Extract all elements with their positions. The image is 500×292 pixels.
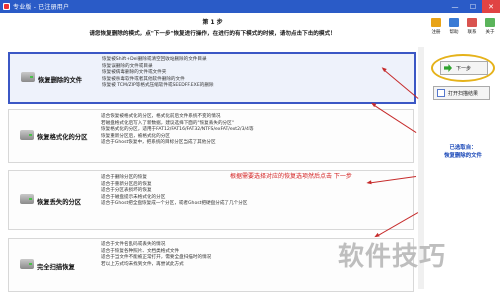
mode-card-recover-deleted[interactable]: 恢复删除的文件 恢复被Shift+Del删除或清空回收站删除的文件目录 恢复误删除… (8, 52, 416, 104)
next-button-highlight: 下一步 (431, 54, 495, 82)
contact-icon (467, 18, 477, 27)
mode-label: 恢复丢失的分区 (37, 199, 82, 206)
minimize-button[interactable]: — (446, 0, 464, 13)
title-bar: 专业版 - 已注册用户 — ☐ ✕ (0, 0, 500, 13)
selected-mode-title: 已选取自： (449, 145, 477, 151)
next-button-label: 下一步 (456, 65, 472, 72)
toolbar: 注册 帮助 联系 关于 (427, 18, 499, 40)
tutorial-annotation: 根据需要选择对应的恢复选项然后点击 下一步 (230, 173, 352, 180)
mode-description: 适合恢复被格式化的分区，格式化前后文件系统不变的情况 若磁盘格式化后写入了新数据，… (101, 114, 254, 146)
next-button[interactable]: 下一步 (440, 61, 488, 75)
register-icon (431, 18, 441, 27)
about-button[interactable]: 关于 (482, 18, 499, 40)
selected-mode-info: 已选取自： 恢复删除的文件 (429, 144, 497, 160)
help-button[interactable]: 帮助 (446, 18, 463, 40)
open-scan-results-label: 打开扫描结果 (448, 90, 479, 97)
window-title: 专业版 - 已注册用户 (13, 4, 70, 11)
mode-card-recover-formatted[interactable]: 恢复格式化的分区 适合恢复被格式化的分区，格式化前后文件系统不变的情况 若磁盘格式… (8, 109, 414, 163)
disk-icon (20, 130, 34, 142)
disk-scan-icon (20, 259, 34, 271)
disk-search-icon (20, 194, 34, 206)
help-icon (449, 18, 459, 27)
step-header: 第 1 步 请您恢复删除的模式，点"下一步"恢复进行操作，在进行的有下模式的时候… (0, 14, 425, 42)
mode-label: 恢复删除的文件 (38, 77, 83, 84)
selected-mode-value: 恢复删除的文件 (444, 153, 482, 159)
maximize-button[interactable]: ☐ (464, 0, 482, 13)
mode-description: 适合于文件名乱码或丢失的情况 适合于恢复各种照片、文档类格式文件 适合于当文件不能被… (101, 242, 212, 267)
mode-label: 完全扫描恢复 (37, 264, 75, 271)
window-controls: — ☐ ✕ (446, 0, 500, 13)
arrow-right-icon (444, 64, 452, 72)
mode-label: 恢复格式化的分区 (37, 134, 88, 141)
contact-button[interactable]: 联系 (464, 18, 481, 40)
mode-description: 恢复被Shift+Del删除或清空回收站删除的文件目录 恢复误删除的文件或目录 恢复… (102, 57, 214, 89)
folder-icon (437, 89, 445, 97)
about-icon (485, 18, 495, 27)
disk-icon (21, 72, 35, 84)
app-icon (3, 3, 10, 10)
register-button[interactable]: 注册 (428, 18, 445, 40)
watermark: 软件技巧 (338, 242, 447, 272)
step-title: 第 1 步 (202, 19, 223, 26)
mode-card-recover-lost-partition[interactable]: 恢复丢失的分区 适合于删除分区的恢复 适合于重新分区后的恢复 适合于分区表损坏的恢复… (8, 170, 414, 230)
step-instruction: 请您恢复删除的模式，点"下一步"恢复进行操作，在进行的有下模式的时候，请勿点击下… (89, 31, 336, 37)
open-scan-results-button[interactable]: 打开扫描结果 (433, 86, 490, 100)
close-button[interactable]: ✕ (482, 0, 500, 13)
